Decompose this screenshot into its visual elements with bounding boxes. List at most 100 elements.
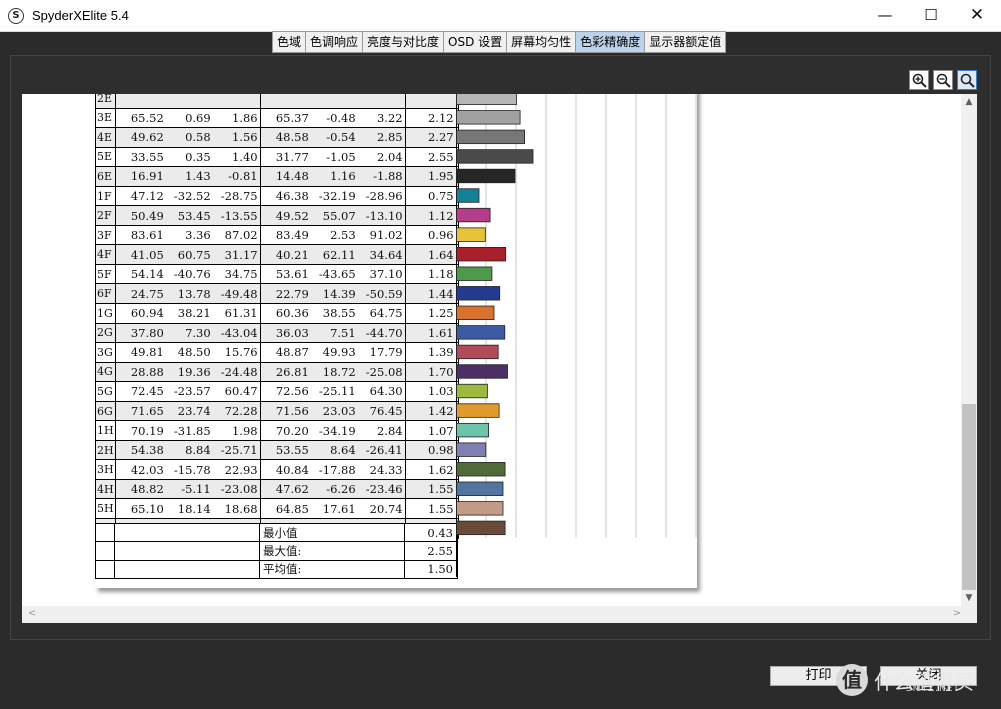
- target-lab-cell: 65.52 0.69 1.86: [114, 107, 261, 129]
- tab-3[interactable]: OSD 设置: [444, 31, 508, 53]
- patch-id: 1F: [95, 185, 116, 207]
- bar-2H: [456, 442, 487, 457]
- lab-value: 48.82: [130, 482, 164, 497]
- patch-id: 1G: [95, 303, 116, 324]
- blank-cell: [114, 559, 260, 579]
- vertical-scroll-thumb[interactable]: [962, 404, 976, 590]
- lab-value: 41.05: [130, 247, 164, 262]
- lab-value: -1.88: [373, 169, 403, 184]
- horizontal-scrollbar[interactable]: < >: [22, 606, 977, 623]
- measured-lab-cell: 14.48 1.16 -1.88: [259, 166, 406, 187]
- scroll-left-icon[interactable]: <: [24, 606, 40, 623]
- lab-value: -23.08: [220, 482, 258, 497]
- lab-value: 24.75: [130, 286, 164, 301]
- zoom-in-button[interactable]: [909, 70, 929, 90]
- tab-5[interactable]: 色彩精确度: [576, 31, 646, 53]
- target-lab-cell: 42.03 -15.78 22.93: [114, 459, 261, 480]
- delta-e-value: 2.55: [404, 146, 459, 168]
- color-accuracy-table: 2E 3E 65.52 0.69 1.86 65.37 -0.48 3.22 2.12 4E 49.…: [95, 94, 459, 539]
- lab-value: 72.45: [130, 384, 164, 399]
- patch-id: 3F: [95, 224, 116, 246]
- window-title: SpyderXElite 5.4: [32, 8, 129, 23]
- tab-6[interactable]: 显示器额定值: [645, 31, 727, 53]
- patch-id: 5G: [95, 381, 116, 402]
- lab-value: -24.48: [220, 364, 258, 379]
- blank-cell: [114, 522, 260, 543]
- lab-value: 49.62: [130, 130, 164, 145]
- lab-value: 71.56: [275, 404, 309, 419]
- scroll-up-icon[interactable]: ▲: [961, 94, 977, 110]
- patch-id: 4F: [95, 244, 116, 265]
- lab-value: 14.48: [275, 169, 309, 184]
- vertical-scrollbar[interactable]: ▲ ▼: [961, 94, 977, 606]
- lab-value: -0.81: [228, 169, 258, 184]
- lab-value: 53.55: [275, 443, 309, 458]
- target-lab-cell: 60.94 38.21 61.31: [114, 303, 261, 324]
- patch-id: 4H: [95, 478, 116, 500]
- lab-value: 17.61: [322, 501, 356, 516]
- lab-value: 60.75: [177, 247, 211, 262]
- tab-1[interactable]: 色调响应: [306, 31, 364, 53]
- lab-value: 1.16: [330, 169, 356, 184]
- target-lab-cell: 24.75 13.78 -49.48: [114, 283, 261, 305]
- maximize-button[interactable]: ☐: [908, 0, 954, 32]
- lab-value: 0.58: [185, 130, 211, 145]
- lab-value: 34.64: [369, 247, 403, 262]
- table-row: 5G 72.45 -23.57 60.47 72.56 -25.11 64.30 1.03: [95, 381, 459, 402]
- lab-value: -13.10: [365, 208, 403, 223]
- target-lab-cell: 65.10 18.14 18.68: [114, 498, 261, 520]
- table-row: 6G 71.65 23.74 72.28 71.56 23.03 76.45 1.42: [95, 400, 459, 422]
- patch-id: 2G: [95, 322, 116, 344]
- minimize-button[interactable]: —: [862, 0, 908, 32]
- table-row: 2F 50.49 53.45 -13.55 49.52 55.07 -13.10 1.12: [95, 205, 459, 226]
- lab-value: -15.78: [173, 462, 211, 477]
- patch-id: 2E: [95, 94, 116, 109]
- delta-e-value: 1.70: [404, 361, 459, 383]
- lab-value: 91.02: [369, 228, 403, 243]
- stat-label: 平均值:: [259, 559, 405, 579]
- zoom-fit-icon: [960, 73, 975, 88]
- lab-value: 7.51: [330, 325, 356, 340]
- patch-id: 3E: [95, 107, 116, 129]
- lab-value: 76.45: [369, 404, 403, 419]
- tab-4[interactable]: 屏幕均匀性: [507, 31, 577, 53]
- close-window-button[interactable]: ✕: [954, 0, 1000, 32]
- patch-id: 3G: [95, 342, 116, 363]
- bar-6G: [456, 403, 500, 418]
- lab-value: 23.74: [177, 404, 211, 419]
- lab-value: 49.93: [322, 345, 356, 360]
- target-lab-cell: 49.62 0.58 1.56: [114, 127, 261, 148]
- lab-value: 47.12: [130, 189, 164, 203]
- target-lab-cell: 16.91 1.43 -0.81: [114, 166, 261, 187]
- report-viewport[interactable]: 2E 3E 65.52 0.69 1.86 65.37 -0.48 3.22 2.12 4E 49.…: [22, 94, 962, 606]
- tab-0[interactable]: 色域: [272, 31, 307, 53]
- target-lab-cell: 54.14 -40.76 34.75: [114, 263, 261, 285]
- lab-value: -26.41: [365, 443, 403, 458]
- lab-value: -0.48: [326, 110, 356, 125]
- delta-e-value: 1.61: [404, 322, 459, 344]
- zoom-fit-button[interactable]: [957, 70, 977, 90]
- scroll-down-icon[interactable]: ▼: [961, 590, 977, 606]
- zoom-out-button[interactable]: [933, 70, 953, 90]
- table-row: 3G 49.81 48.50 15.76 48.87 49.93 17.79 1.39: [95, 342, 459, 363]
- measured-lab-cell: [259, 94, 406, 109]
- lab-value: 53.45: [177, 208, 211, 223]
- lab-value: -34.19: [318, 423, 356, 438]
- delta-e-value: 1.25: [404, 303, 459, 324]
- target-lab-cell: [114, 94, 261, 109]
- tab-2[interactable]: 亮度与对比度: [363, 31, 445, 53]
- scroll-right-icon[interactable]: >: [949, 606, 965, 623]
- lab-value: 24.33: [369, 462, 403, 477]
- delta-e-value: 1.18: [404, 263, 459, 285]
- lab-value: -6.26: [326, 482, 356, 497]
- delta-e-value: 0.96: [404, 224, 459, 246]
- bar-5H: [456, 501, 504, 516]
- lab-value: 42.03: [130, 462, 164, 477]
- patch-id: 5F: [95, 263, 116, 285]
- lab-value: 8.84: [185, 443, 211, 458]
- table-row: 4E 49.62 0.58 1.56 48.58 -0.54 2.85 2.27: [95, 127, 459, 148]
- measured-lab-cell: 60.36 38.55 64.75: [259, 303, 406, 324]
- lab-value: 83.61: [130, 228, 164, 243]
- lab-value: 54.38: [130, 443, 164, 458]
- bar-3E: [456, 110, 521, 125]
